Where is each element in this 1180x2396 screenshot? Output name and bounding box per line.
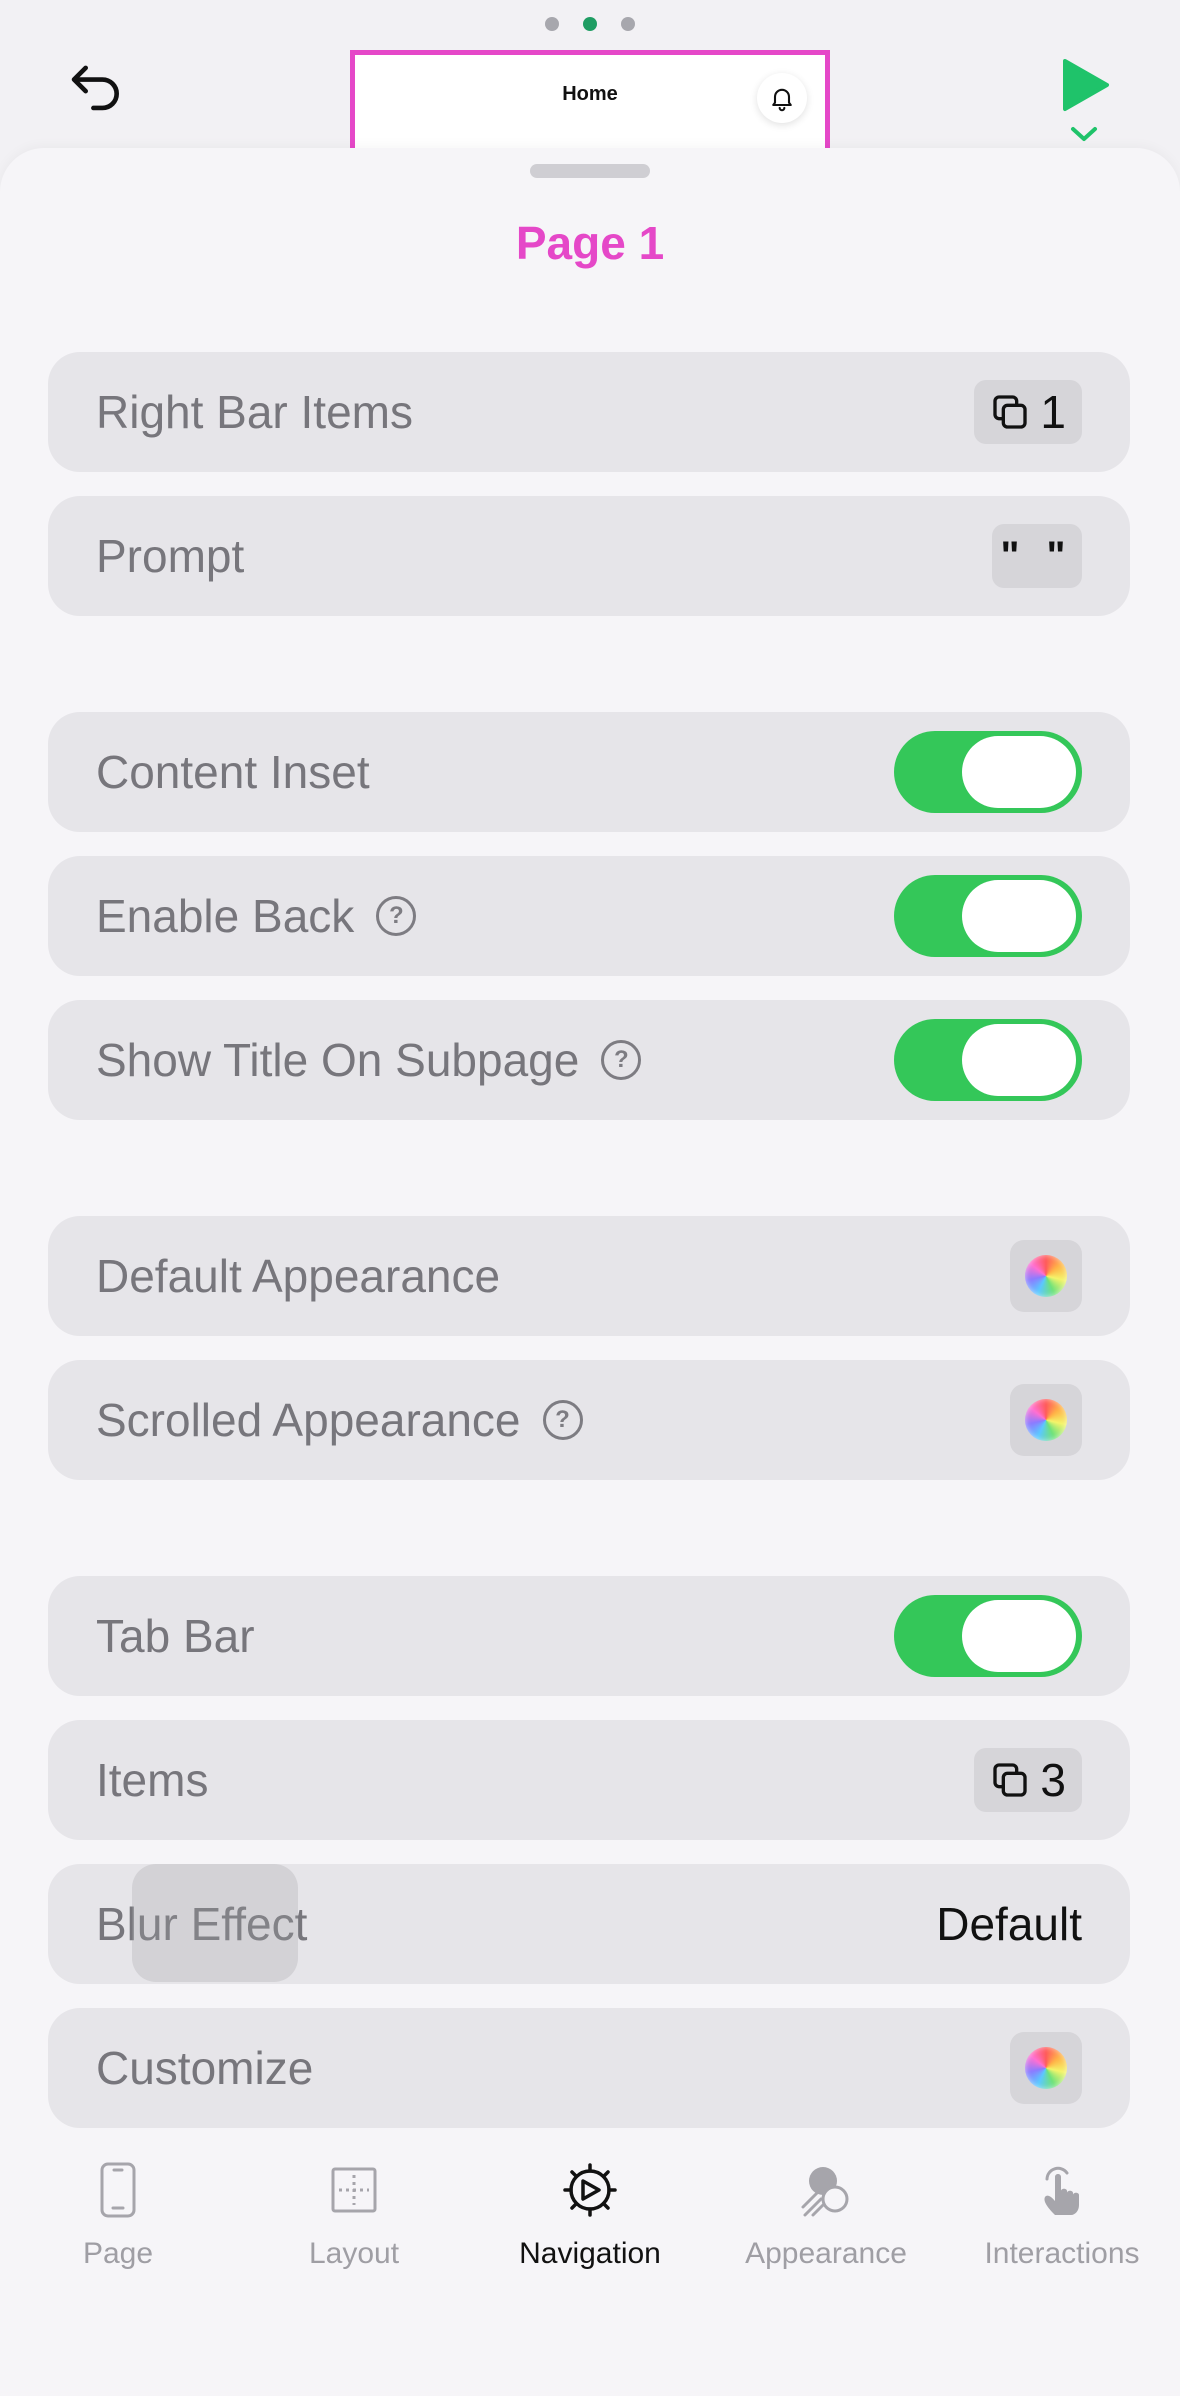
row-customize[interactable]: Customize	[48, 2008, 1130, 2128]
row-show-title-on-subpage: Show Title On Subpage ?	[48, 1000, 1130, 1120]
row-label-text: Enable Back	[96, 890, 355, 942]
tab-appearance[interactable]: Appearance	[708, 2155, 944, 2305]
row-label: Prompt	[96, 530, 245, 582]
tab-interactions[interactable]: Interactions	[944, 2155, 1180, 2305]
layout-grid-icon	[331, 2167, 377, 2213]
items-count[interactable]: 3	[974, 1748, 1082, 1812]
help-icon[interactable]: ?	[601, 1040, 642, 1080]
row-scrolled-appearance[interactable]: Scrolled Appearance ?	[48, 1360, 1130, 1480]
color-wheel-icon	[1025, 2047, 1067, 2089]
toggle-knob	[962, 1600, 1076, 1672]
row-enable-back: Enable Back ?	[48, 856, 1130, 976]
chevron-down-icon	[1071, 127, 1097, 141]
undo-button[interactable]	[60, 50, 132, 122]
toggle-knob	[962, 1024, 1076, 1096]
row-label: Show Title On Subpage ?	[96, 1033, 642, 1087]
row-right-bar-items[interactable]: Right Bar Items 1	[48, 352, 1130, 472]
preview-title: Home	[562, 83, 618, 105]
row-items[interactable]: Items 3	[48, 1720, 1130, 1840]
color-wheel-icon	[1025, 1399, 1067, 1441]
sheet-title: Page 1	[515, 217, 665, 269]
row-label: Content Inset	[96, 746, 370, 798]
content-inset-toggle[interactable]	[894, 731, 1082, 813]
row-label-text: Scrolled Appearance	[96, 1394, 521, 1446]
tab-label: Interactions	[984, 2237, 1140, 2270]
customize-color-button[interactable]	[1010, 2032, 1082, 2104]
scrolled-appearance-color-button[interactable]	[1010, 1384, 1082, 1456]
row-label: Scrolled Appearance ?	[96, 1393, 583, 1447]
row-label: Items	[96, 1754, 209, 1806]
touch-highlight	[132, 1864, 298, 1982]
tap-hand-icon	[1044, 2166, 1079, 2215]
tab-label: Appearance	[745, 2237, 907, 2270]
page-indicator	[0, 17, 1180, 31]
color-wheel-icon	[1025, 1255, 1067, 1297]
toggle-knob	[962, 736, 1076, 808]
copy-icon	[993, 395, 1028, 429]
tab-label: Page	[82, 2237, 154, 2270]
page-dot[interactable]	[621, 17, 635, 31]
row-content-inset: Content Inset	[48, 712, 1130, 832]
tab-label: Layout	[308, 2237, 400, 2270]
sheet-grabber[interactable]	[530, 164, 650, 178]
count-value: 3	[1040, 1754, 1066, 1806]
preview-bell-button[interactable]	[757, 73, 807, 123]
phone-icon	[100, 2162, 136, 2218]
blur-effect-value[interactable]: Default	[936, 1897, 1082, 1951]
expand-button[interactable]	[1066, 120, 1102, 148]
row-prompt[interactable]: Prompt " "	[48, 496, 1130, 616]
tab-bar-toggle[interactable]	[894, 1595, 1082, 1677]
tab-layout[interactable]: Layout	[236, 2155, 472, 2305]
row-label: Right Bar Items	[96, 386, 413, 438]
compass-gear-icon	[563, 2163, 617, 2217]
page-dot-active[interactable]	[583, 17, 597, 31]
row-label: Tab Bar	[96, 1610, 255, 1662]
page-preview[interactable]: Home	[350, 50, 830, 160]
tab-label: Navigation	[519, 2237, 661, 2270]
row-label-text: Show Title On Subpage	[96, 1034, 580, 1086]
bell-icon	[772, 88, 792, 112]
default-appearance-color-button[interactable]	[1010, 1240, 1082, 1312]
copy-icon	[993, 1763, 1028, 1797]
help-icon[interactable]: ?	[376, 896, 417, 936]
help-icon[interactable]: ?	[542, 1400, 583, 1440]
row-tab-bar: Tab Bar	[48, 1576, 1130, 1696]
count-value: 1	[1040, 386, 1066, 438]
right-bar-items-count[interactable]: 1	[974, 380, 1082, 444]
prompt-value[interactable]: " "	[992, 524, 1082, 588]
row-label: Default Appearance	[96, 1250, 501, 1302]
bottom-tab-bar: Page Layout Navigation Appearance Intera…	[0, 2155, 1180, 2305]
page-dot[interactable]	[545, 17, 559, 31]
row-default-appearance[interactable]: Default Appearance	[48, 1216, 1130, 1336]
toggle-knob	[962, 880, 1076, 952]
tab-page[interactable]: Page	[0, 2155, 236, 2305]
row-label: Customize	[96, 2042, 314, 2094]
play-icon	[1063, 59, 1109, 111]
enable-back-toggle[interactable]	[894, 875, 1082, 957]
undo-icon	[71, 65, 119, 111]
tab-navigation[interactable]: Navigation	[472, 2155, 708, 2305]
show-title-on-subpage-toggle[interactable]	[894, 1019, 1082, 1101]
row-label: Enable Back ?	[96, 889, 417, 943]
appearance-icon	[801, 2167, 849, 2217]
play-button[interactable]	[1050, 50, 1120, 120]
